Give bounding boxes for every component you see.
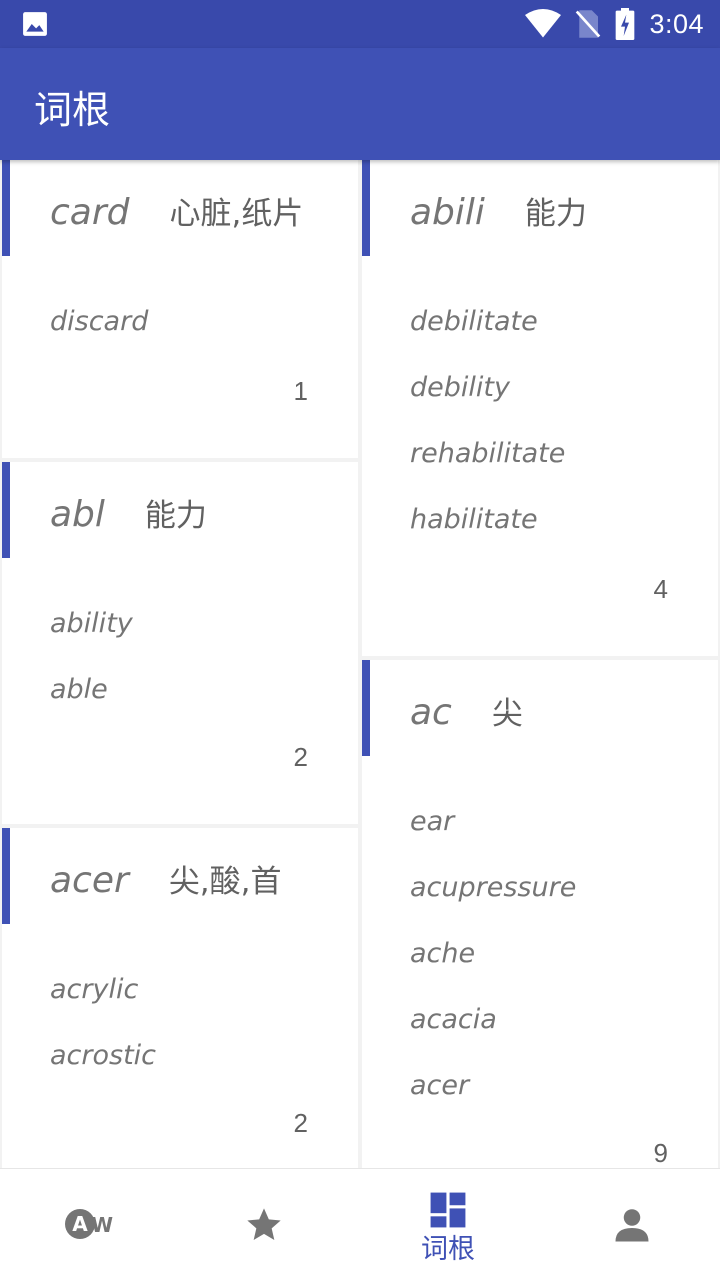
- word-count: 2: [293, 742, 308, 772]
- card-accent-bar: [2, 828, 10, 924]
- root-text: card: [50, 192, 130, 233]
- root-meaning: 尖,酸,首: [168, 864, 282, 900]
- example-word: acupressure: [410, 872, 577, 903]
- root-text: abl: [50, 494, 105, 535]
- image-icon: [23, 12, 47, 36]
- card-accent-bar: [2, 462, 10, 558]
- card-accent-bar: [362, 660, 370, 756]
- word-count: 1: [293, 376, 308, 406]
- example-word: rehabilitate: [410, 438, 566, 469]
- root-card-card[interactable]: card 心脏,纸片 discard 1: [2, 160, 358, 458]
- example-word: debilitate: [410, 306, 538, 337]
- card-header: acer 尖,酸,首: [50, 856, 282, 901]
- example-word: debility: [410, 372, 510, 403]
- root-card-abl[interactable]: abl 能力 ability able 2: [2, 462, 358, 824]
- dashboard-icon: [430, 1192, 466, 1228]
- root-text: ac: [410, 692, 452, 733]
- svg-text:W: W: [91, 1213, 113, 1237]
- example-word: acer: [410, 1070, 470, 1101]
- example-words: discard: [50, 304, 148, 370]
- example-word: discard: [50, 306, 149, 337]
- example-words: ear acupressure ache acacia acer: [410, 804, 576, 1134]
- person-icon: [615, 1209, 649, 1242]
- card-header: ac 尖: [410, 688, 523, 733]
- example-word: acacia: [410, 1004, 497, 1035]
- status-time: 3:04: [649, 8, 704, 39]
- word-count: 9: [653, 1138, 668, 1168]
- example-word: ache: [410, 938, 476, 969]
- roots-tab-label: 词根: [421, 1234, 475, 1265]
- card-header: abl 能力: [50, 490, 207, 535]
- profile-tab[interactable]: [542, 1169, 720, 1281]
- example-word: able: [50, 674, 108, 705]
- card-accent-bar: [362, 160, 370, 256]
- root-card-abili[interactable]: abili 能力 debilitate debility rehabilitat…: [362, 160, 718, 656]
- word-count: 4: [653, 574, 668, 604]
- root-text: acer: [50, 860, 129, 901]
- battery-charging-icon: [616, 8, 635, 40]
- app-bar: 词根: [0, 48, 720, 160]
- example-words: debilitate debility rehabilitate habilit…: [410, 304, 565, 568]
- card-accent-bar: [2, 160, 10, 256]
- root-meaning: 心脏,纸片: [169, 196, 304, 232]
- aw-icon: A W: [65, 1209, 113, 1239]
- favorites-tab[interactable]: [174, 1169, 354, 1281]
- card-header: abili 能力: [410, 188, 587, 233]
- star-icon: [247, 1208, 281, 1240]
- root-card-grid[interactable]: card 心脏,纸片 discard 1 abl 能力 ability able…: [0, 160, 720, 1168]
- root-card-acer[interactable]: acer 尖,酸,首 acrylic acrostic 2: [2, 828, 358, 1168]
- root-meaning: 能力: [144, 498, 207, 534]
- root-meaning: 尖: [491, 696, 523, 732]
- wifi-icon: [525, 9, 562, 38]
- example-word: ear: [410, 806, 455, 837]
- status-bar: 3:04: [0, 0, 720, 48]
- example-word: acrylic: [50, 974, 139, 1005]
- no-sim-icon: [576, 10, 601, 38]
- root-card-ac[interactable]: ac 尖 ear acupressure ache acacia acer 9: [362, 660, 718, 1168]
- root-meaning: 能力: [524, 196, 587, 232]
- bottom-navigation: A W 词根: [0, 1168, 720, 1281]
- words-tab[interactable]: A W: [0, 1169, 180, 1281]
- example-word: habilitate: [410, 504, 538, 535]
- example-word: acrostic: [50, 1040, 157, 1071]
- example-words: ability able: [50, 606, 133, 738]
- card-header: card 心脏,纸片: [50, 188, 304, 233]
- example-words: acrylic acrostic: [50, 972, 156, 1104]
- svg-text:A: A: [72, 1212, 88, 1236]
- example-word: ability: [50, 608, 133, 639]
- page-title: 词根: [34, 88, 111, 132]
- root-text: abili: [410, 192, 485, 233]
- word-count: 2: [293, 1108, 308, 1138]
- roots-tab[interactable]: 词根: [358, 1169, 538, 1281]
